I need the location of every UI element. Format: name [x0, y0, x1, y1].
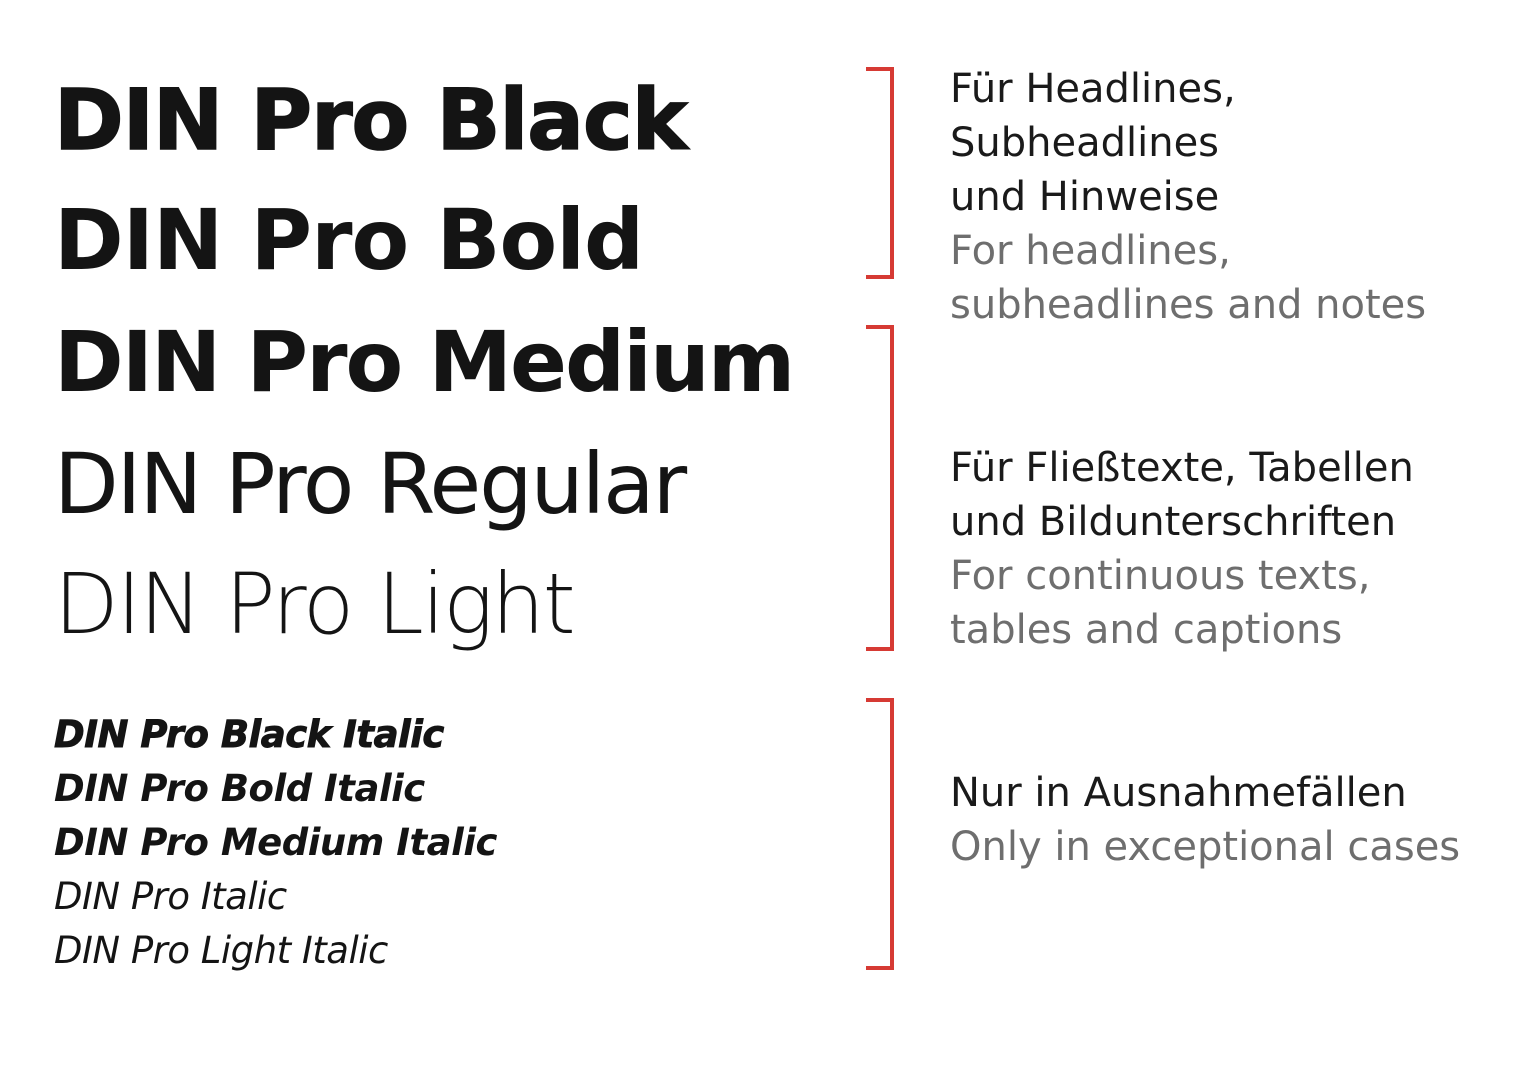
bracket-body-text [866, 325, 894, 651]
sample-din-pro-italic: DIN Pro Italic [54, 875, 287, 918]
sample-din-pro-medium: DIN Pro Medium [54, 313, 795, 411]
font-specimen-page: DIN Pro Black DIN Pro Bold DIN Pro Mediu… [0, 0, 1518, 1066]
sample-din-pro-black: DIN Pro Black [53, 71, 688, 169]
sample-din-pro-light: DIN Pro Light [54, 555, 576, 653]
note-headlines-en-line-1: For headlines, [950, 228, 1231, 274]
note-body-de-line-2: und Bildunterschriften [950, 499, 1397, 545]
note-headlines-en-line-2: subheadlines and notes [950, 282, 1427, 328]
bracket-exceptional [866, 698, 894, 970]
sample-din-pro-bold: DIN Pro Bold [54, 191, 644, 289]
note-exceptional-en-line-1: Only in exceptional cases [950, 824, 1461, 870]
note-body-text: Für Fließtexte, Tabellen und Bilduntersc… [950, 441, 1510, 657]
note-headlines-de-line-3: und Hinweise [950, 174, 1220, 220]
note-headlines-de-line-2: Subheadlines [950, 120, 1220, 166]
note-body-en-line-2: tables and captions [950, 607, 1343, 653]
sample-din-pro-black-italic: DIN Pro Black Italic [54, 713, 445, 756]
sample-din-pro-light-italic: DIN Pro Light Italic [54, 929, 388, 972]
bracket-headlines [866, 67, 894, 279]
note-exceptional-de-line-1: Nur in Ausnahmefällen [950, 770, 1407, 816]
sample-din-pro-regular: DIN Pro Regular [54, 435, 687, 533]
note-exceptional: Nur in Ausnahmefällen Only in exceptiona… [950, 766, 1510, 874]
note-body-en-line-1: For continuous texts, [950, 553, 1371, 599]
sample-din-pro-medium-italic: DIN Pro Medium Italic [54, 821, 497, 864]
sample-din-pro-bold-italic: DIN Pro Bold Italic [54, 767, 425, 810]
note-headlines: Für Headlines, Subheadlines und Hinweise… [950, 62, 1510, 332]
note-body-de-line-1: Für Fließtexte, Tabellen [950, 445, 1414, 491]
note-headlines-de-line-1: Für Headlines, [950, 66, 1236, 112]
